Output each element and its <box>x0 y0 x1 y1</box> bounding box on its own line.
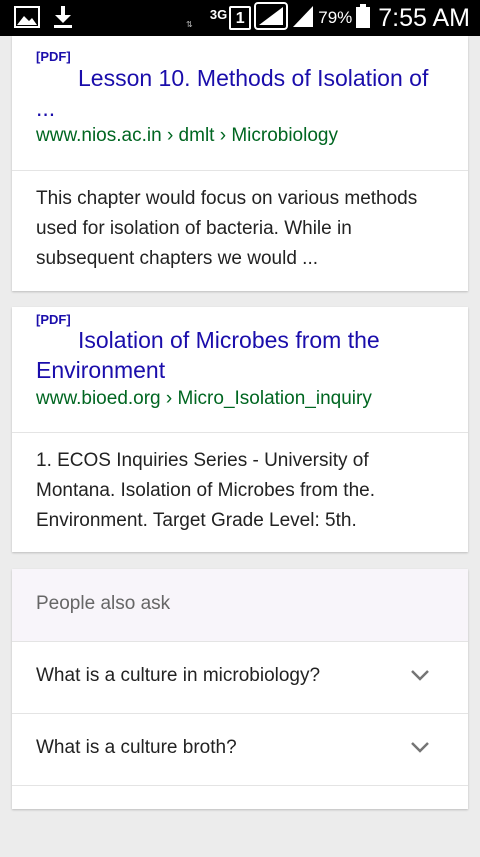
divider <box>12 432 468 433</box>
result-snippet: 1. ECOS Inquiries Series - University of… <box>36 450 375 531</box>
battery-percent: 79% <box>318 8 353 27</box>
download-icon <box>52 5 74 34</box>
result-url[interactable]: www.nios.ac.in › dmlt › Microbiology <box>36 125 338 147</box>
result-title-link[interactable]: Isolation of Microbes from the Environme… <box>36 325 446 385</box>
search-result-card: [PDF] Isolation of Microbes from the Env… <box>12 307 468 552</box>
result-url[interactable]: www.bioed.org › Micro_Isolation_inquiry <box>36 388 372 410</box>
divider <box>12 170 468 171</box>
clock: 7:55 AM <box>378 3 470 32</box>
signal-strength-icon-2 <box>292 4 314 33</box>
data-activity-icon: ⇅ <box>186 20 193 29</box>
battery-icon <box>356 3 371 33</box>
people-also-ask-header: People also ask <box>12 569 468 641</box>
people-also-ask-card: People also ask What is a culture in mic… <box>12 569 468 809</box>
paa-question-row[interactable]: What is a culture broth? <box>12 713 468 785</box>
search-result-card: [PDF] Lesson 10. Methods of Isolation of… <box>12 36 468 291</box>
paa-question-row-partial[interactable] <box>12 785 468 857</box>
people-also-ask-title: People also ask <box>36 593 171 614</box>
paa-question-text: What is a culture in microbiology? <box>36 665 321 686</box>
screenshot-icon <box>14 6 40 33</box>
result-title-link[interactable]: Lesson 10. Methods of Isolation of ... <box>36 63 446 123</box>
network-type: 3G <box>209 6 228 22</box>
result-snippet: This chapter would focus on various meth… <box>36 188 418 269</box>
sim-slot-indicator: 1 <box>229 6 252 30</box>
pdf-badge: [PDF] <box>36 49 71 64</box>
signal-strength-icon <box>254 1 289 35</box>
chevron-down-icon[interactable] <box>410 740 430 759</box>
chevron-down-icon[interactable] <box>410 668 430 687</box>
status-bar: ⇅ 3G 1 79% 7:55 AM <box>0 0 480 36</box>
paa-question-text: What is a culture broth? <box>36 737 237 758</box>
paa-question-row[interactable]: What is a culture in microbiology? <box>12 641 468 713</box>
